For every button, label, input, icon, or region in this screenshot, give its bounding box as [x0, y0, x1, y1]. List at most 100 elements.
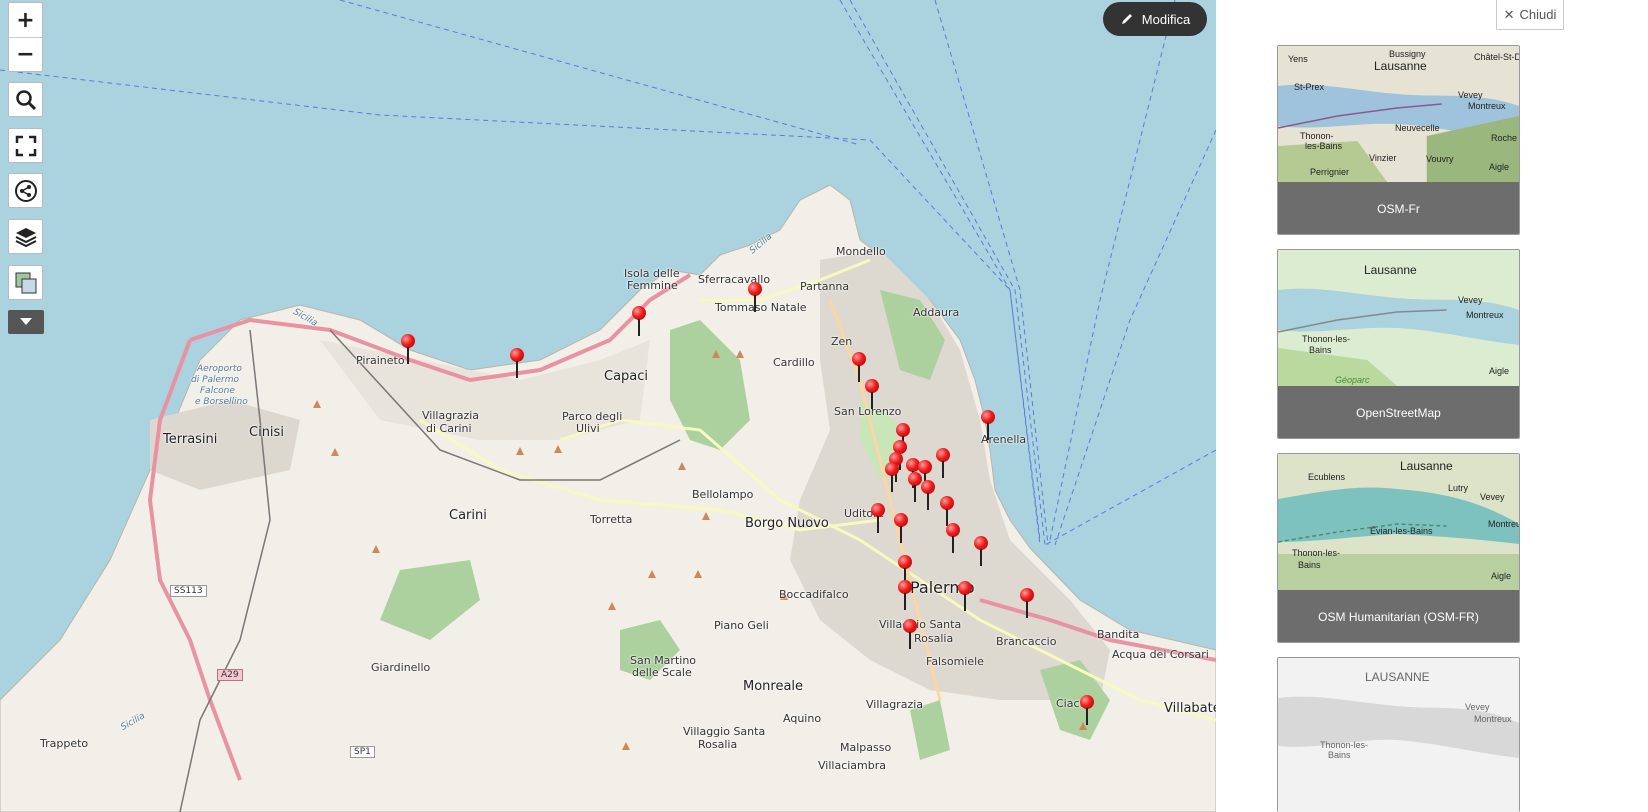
place-label: Aquino	[783, 712, 822, 725]
zoom-out-button[interactable]: −	[9, 37, 42, 71]
place-label: delle Scale	[632, 666, 692, 679]
map-marker[interactable]	[1080, 695, 1094, 725]
place-label: Villagrazia	[866, 698, 924, 711]
thumb-label: Vevey	[1480, 492, 1505, 502]
thumb-label: Lausanne	[1400, 459, 1453, 473]
place-label: Piraineto	[356, 354, 405, 367]
place-label: Villagrazia	[422, 409, 480, 422]
thumb-label: Roche	[1491, 133, 1518, 143]
thumb-label: Thonon-	[1300, 131, 1334, 141]
close-label: Chiudi	[1519, 7, 1557, 22]
map-marker[interactable]	[981, 410, 995, 440]
road-shield: SP1	[350, 746, 375, 758]
thumb-label: St-Prex	[1294, 82, 1325, 92]
place-label: Zen	[831, 335, 853, 348]
thumb-label: les-Bains	[1305, 141, 1343, 151]
close-icon: ✕	[1503, 6, 1515, 22]
place-label: Aeroporto	[197, 364, 242, 374]
place-label: Ulivi	[576, 422, 600, 435]
thumb-label: Yens	[1288, 54, 1308, 64]
map-marker[interactable]	[510, 348, 524, 378]
place-label: di Carini	[426, 422, 472, 435]
thumb-label: Lausanne	[1364, 263, 1417, 277]
thumb-label: Aigle	[1491, 571, 1512, 581]
thumb-label: Lausanne	[1374, 59, 1427, 73]
thumb-label: Thonon-les-	[1302, 334, 1351, 344]
place-label: Trappeto	[40, 737, 89, 750]
place-label: Mondello	[836, 245, 886, 258]
thumb-label: Thonon-les-	[1292, 548, 1341, 558]
thumb-label: Vevey	[1458, 90, 1483, 100]
place-label: Malpasso	[840, 741, 892, 754]
layer-option-toner[interactable]: LAUSANNE Vevey Montreux Thonon-les- Bain…	[1277, 657, 1520, 812]
chevron-down-icon	[20, 318, 32, 325]
map-marker[interactable]	[898, 580, 912, 610]
search-icon	[15, 89, 36, 110]
fullscreen-button[interactable]	[8, 128, 43, 163]
map-marker[interactable]	[974, 536, 988, 566]
thumb-label: Neuvecelle	[1395, 123, 1440, 133]
thumb-label: Aigle	[1489, 366, 1510, 376]
thumb-label: Ecublens	[1308, 472, 1346, 482]
map-marker[interactable]	[632, 306, 646, 336]
place-label: Rosalia	[914, 632, 954, 645]
map-marker[interactable]	[940, 496, 954, 526]
zoom-in-button[interactable]: +	[9, 3, 42, 37]
layer-option-openstreetmap[interactable]: Lausanne Vevey Montreux Thonon-les- Bain…	[1277, 249, 1520, 439]
place-label: Femmine	[627, 279, 678, 292]
place-label: Cinisi	[249, 425, 284, 440]
layer-name: OSM Humanitarian (OSM-FR)	[1278, 590, 1519, 642]
layer-option-osm-humanitarian[interactable]: Ecublens Lausanne Lutry Vevey Montreux É…	[1277, 453, 1520, 643]
place-label: Brancaccio	[996, 635, 1057, 648]
map-marker[interactable]	[748, 282, 762, 312]
thumb-label: Bussigny	[1389, 49, 1426, 59]
map-marker[interactable]	[401, 334, 415, 364]
share-button[interactable]	[8, 173, 43, 208]
more-controls-button[interactable]	[8, 310, 44, 334]
tilelayer-switcher-button[interactable]	[8, 265, 43, 300]
zoom-control: + −	[8, 2, 43, 72]
road-shield: SS113	[170, 585, 207, 597]
map-marker[interactable]	[852, 352, 866, 382]
map-marker[interactable]	[894, 513, 908, 543]
thumb-label: Vevey	[1465, 702, 1490, 712]
place-label: Villaciambra	[818, 759, 886, 772]
place-label: Cardillo	[773, 356, 815, 369]
thumb-label: Bains	[1309, 345, 1332, 355]
thumb-label: Lutry	[1448, 483, 1469, 493]
map-marker[interactable]	[865, 379, 879, 409]
thumb-label: Montreux	[1474, 714, 1512, 724]
map-canvas[interactable]: Mondello Partanna Addaura Zen Sferracava…	[0, 0, 1216, 812]
layers-button[interactable]	[8, 219, 43, 254]
map-marker[interactable]	[908, 472, 922, 502]
thumb-label: Bains	[1298, 560, 1321, 570]
thumb-label: Thonon-les-	[1320, 740, 1369, 750]
place-label: Borgo Nuovo	[745, 516, 829, 531]
share-icon	[14, 179, 37, 202]
thumb-label: Vinzier	[1369, 153, 1397, 163]
thumb-label: Perrignier	[1310, 167, 1350, 177]
map-marker[interactable]	[1020, 588, 1034, 618]
place-label: Addaura	[913, 306, 960, 319]
edit-button[interactable]: Modifica	[1103, 2, 1207, 36]
search-button[interactable]	[8, 82, 43, 117]
layer-name: OSM-Fr	[1278, 182, 1519, 234]
thumb-label: LAUSANNE	[1365, 670, 1430, 684]
map-marker[interactable]	[958, 581, 972, 611]
edit-button-label: Modifica	[1141, 11, 1191, 27]
map-marker[interactable]	[903, 619, 917, 649]
map-marker[interactable]	[936, 448, 950, 478]
map-marker[interactable]	[885, 462, 899, 492]
layer-option-osm-fr[interactable]: Bussigny Lausanne Yens St-Prex Châtel-St…	[1277, 45, 1520, 235]
place-label: Bellolampo	[692, 488, 754, 501]
place-label: Piano Geli	[714, 619, 769, 632]
place-label: Villabate	[1164, 701, 1216, 716]
place-label: Capaci	[604, 369, 649, 384]
pencil-icon	[1121, 14, 1132, 24]
place-label: Acqua dei Corsari	[1112, 648, 1209, 661]
close-button[interactable]: ✕ Chiudi	[1496, 0, 1564, 30]
map-marker[interactable]	[946, 523, 960, 553]
map-marker[interactable]	[871, 503, 885, 533]
map-marker[interactable]	[921, 480, 935, 510]
map-basemap	[0, 0, 1216, 812]
